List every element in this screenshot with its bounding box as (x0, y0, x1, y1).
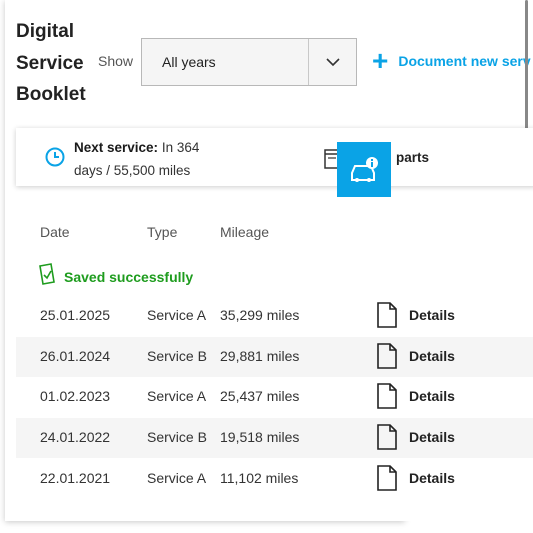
row-type: Service A (147, 470, 207, 486)
document-new-service-button[interactable]: + Document new serv (372, 45, 531, 76)
row-mileage: 19,518 miles (220, 429, 300, 445)
year-filter-value: All years (162, 54, 216, 70)
plus-icon: + (372, 45, 389, 76)
details-link[interactable]: Details (409, 388, 455, 404)
document-icon[interactable] (377, 302, 397, 331)
row-mileage: 11,102 miles (220, 470, 299, 486)
table-row: 22.01.2021 Service A 11,102 miles Detail… (16, 459, 533, 499)
table-row: 24.01.2022 Service B 19,518 miles Detail… (16, 418, 533, 458)
row-mileage: 25,437 miles (220, 388, 300, 404)
row-date: 01.02.2023 (40, 388, 111, 404)
row-type: Service B (147, 429, 207, 445)
parts-link[interactable]: parts (396, 150, 429, 165)
scrollbar[interactable] (525, 0, 528, 130)
document-icon[interactable] (377, 465, 397, 494)
next-service-info: Next service: In 364 days / 55,500 miles (74, 136, 224, 182)
next-service-box: Next service: In 364 days / 55,500 miles… (16, 128, 533, 186)
row-type: Service B (147, 348, 207, 364)
table-row: 26.01.2024 Service B 29,881 miles Detail… (16, 337, 533, 377)
chevron-down-icon[interactable] (308, 39, 356, 85)
row-type: Service A (147, 307, 207, 323)
column-header-type: Type (147, 224, 178, 240)
row-mileage: 35,299 miles (220, 307, 300, 323)
row-type: Service A (147, 388, 207, 404)
details-link[interactable]: Details (409, 470, 455, 486)
document-icon[interactable] (377, 343, 397, 372)
details-link[interactable]: Details (409, 429, 455, 445)
document-new-service-label: Document new serv (398, 53, 531, 69)
car-info-icon[interactable] (337, 142, 391, 197)
details-link[interactable]: Details (409, 307, 455, 323)
saved-message: Saved successfully (64, 268, 194, 285)
row-date: 25.01.2025 (40, 307, 111, 323)
column-header-date: Date (40, 224, 70, 240)
column-header-mileage: Mileage (220, 224, 270, 240)
row-date: 22.01.2021 (40, 470, 111, 486)
page-title: Digital Service Booklet (16, 21, 86, 105)
row-date: 26.01.2024 (40, 348, 111, 364)
clock-icon (45, 147, 65, 172)
document-icon[interactable] (377, 383, 397, 412)
year-filter-select[interactable]: All years (141, 38, 357, 86)
next-service-label: Next service: (74, 140, 159, 155)
details-link[interactable]: Details (409, 348, 455, 364)
table-row: 01.02.2023 Service A 25,437 miles Detail… (16, 377, 533, 417)
saved-document-icon (38, 263, 56, 290)
saved-status: Saved successfully (38, 263, 193, 290)
show-filter-label: Show (98, 53, 134, 69)
row-date: 24.01.2022 (40, 429, 111, 445)
row-mileage: 29,881 miles (220, 348, 300, 364)
table-row: 25.01.2025 Service A 35,299 miles Detail… (16, 296, 533, 336)
document-icon[interactable] (377, 424, 397, 453)
